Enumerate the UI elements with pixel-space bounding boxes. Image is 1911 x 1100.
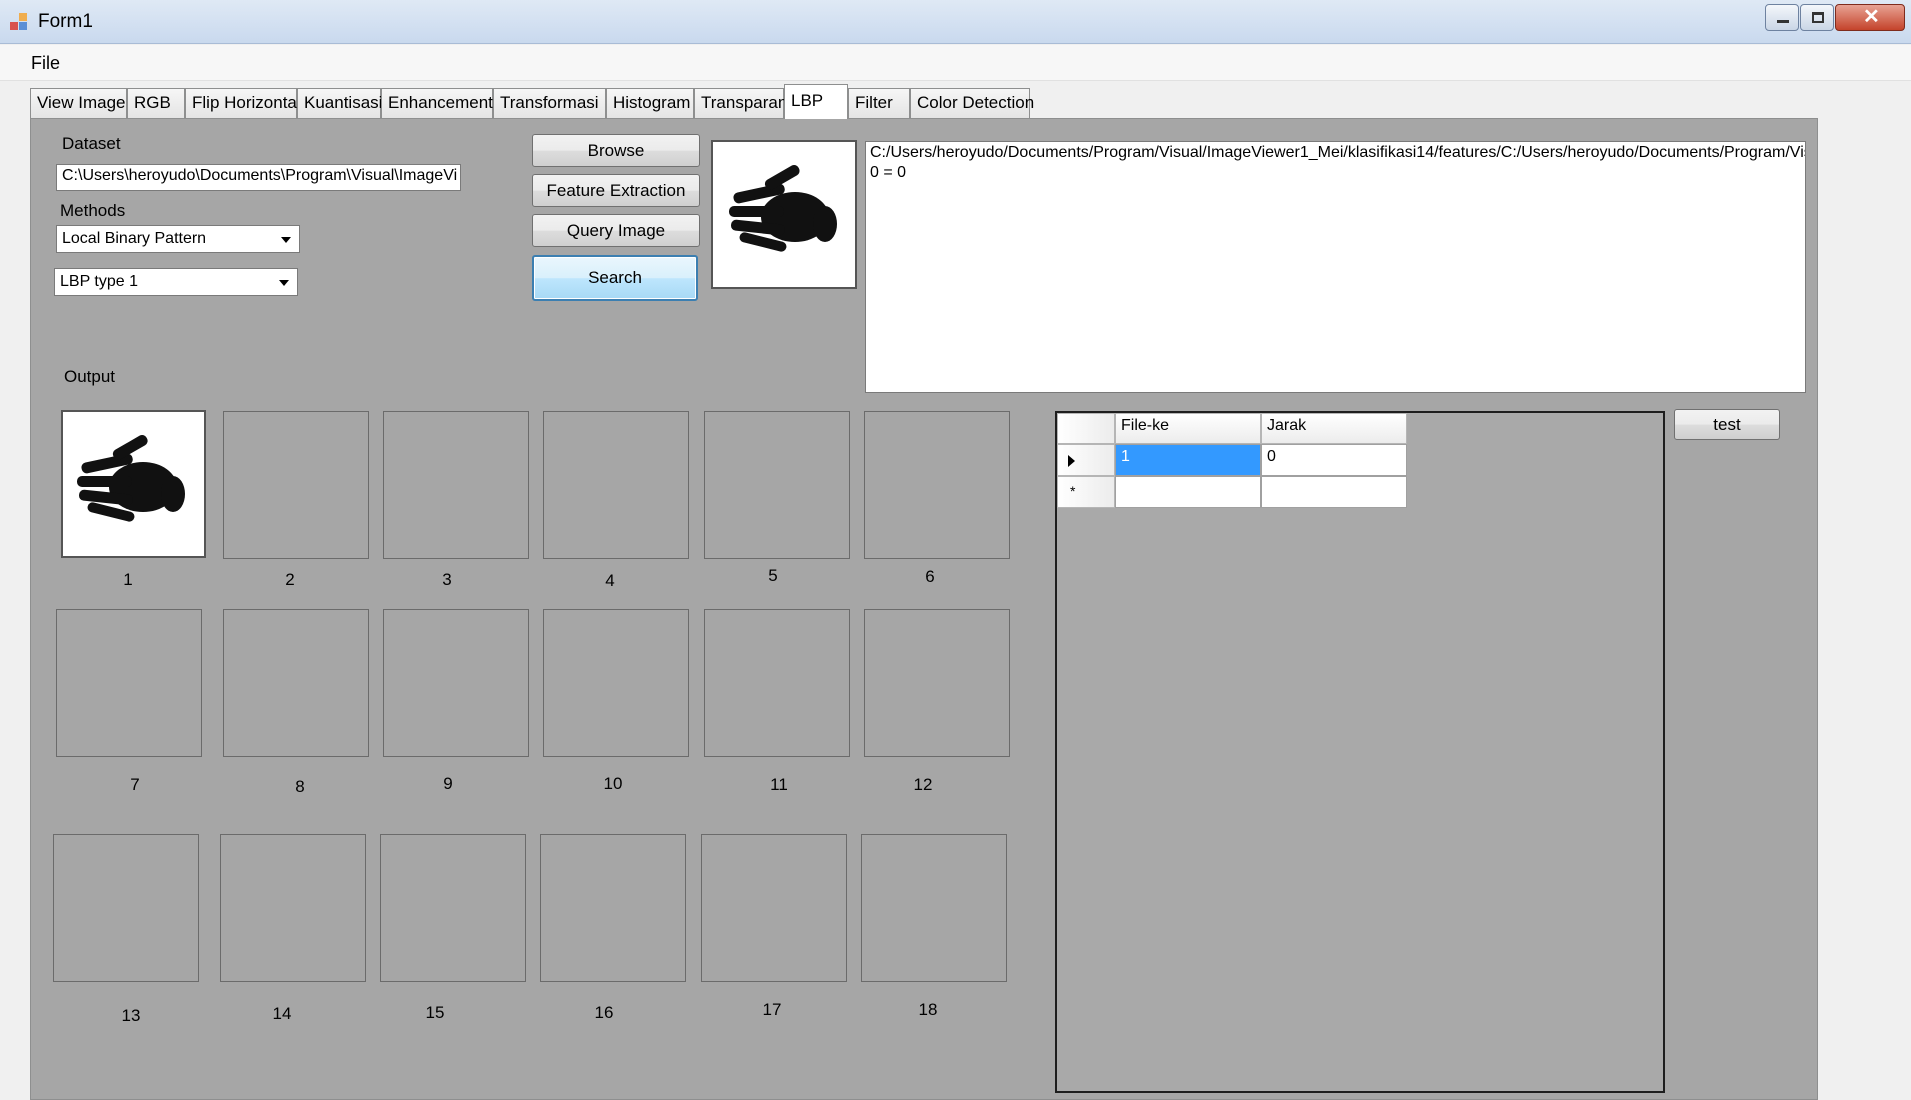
result-picture-17	[701, 834, 847, 982]
result-picture-1	[61, 410, 206, 558]
chevron-down-icon	[281, 237, 291, 243]
method-select-value: Local Binary Pattern	[62, 230, 207, 247]
result-number-17: 17	[762, 1000, 782, 1019]
maximize-button[interactable]	[1800, 4, 1834, 31]
output-textarea[interactable]: C:/Users/heroyudo/Documents/Program/Visu…	[865, 141, 1806, 393]
grid-cell-file-ke[interactable]: 1	[1115, 444, 1261, 476]
grid-corner-header	[1057, 413, 1115, 444]
result-number-14: 14	[272, 1004, 292, 1023]
new-row-header[interactable]: *	[1057, 476, 1115, 508]
output-label: Output	[64, 367, 116, 386]
grid-new-cell-file-ke[interactable]	[1115, 476, 1261, 508]
tab-view-image[interactable]: View Image	[30, 88, 127, 118]
feature-extraction-button[interactable]: Feature Extraction	[532, 174, 700, 207]
result-picture-9	[383, 609, 529, 757]
chevron-down-icon	[279, 280, 289, 286]
result-picture-16	[540, 834, 686, 982]
menu-bar: File	[0, 45, 1911, 81]
close-icon: ✕	[1863, 6, 1880, 28]
result-number-3: 3	[442, 570, 452, 589]
result-number-7: 7	[130, 775, 140, 794]
tab-transparan[interactable]: Transparan	[694, 88, 787, 118]
row-header[interactable]	[1057, 444, 1115, 476]
close-button[interactable]: ✕	[1835, 4, 1905, 31]
query-image-preview	[711, 140, 857, 289]
result-picture-11	[704, 609, 850, 757]
result-picture-8	[223, 609, 369, 757]
title-bar: Form1 ✕	[0, 0, 1911, 44]
result-number-15: 15	[425, 1003, 445, 1022]
tab-lbp[interactable]: LBP	[784, 84, 848, 119]
grid-cell-jarak[interactable]: 0	[1261, 444, 1407, 476]
test-button[interactable]: test	[1674, 409, 1780, 440]
result-picture-4	[543, 411, 689, 559]
result-number-4: 4	[605, 571, 615, 590]
methods-label: Methods	[60, 201, 126, 220]
result-number-5: 5	[768, 566, 778, 585]
tab-rgb[interactable]: RGB	[127, 88, 185, 118]
result-picture-3	[383, 411, 529, 559]
dataset-path-input[interactable]: C:\Users\heroyudo\Documents\Program\Visu…	[56, 164, 461, 191]
dataset-label: Dataset	[62, 134, 121, 153]
result-number-16: 16	[594, 1003, 614, 1022]
method-select[interactable]: Local Binary Pattern	[56, 225, 300, 253]
results-grid[interactable]: File-ke Jarak 1 0 *	[1055, 411, 1665, 1093]
result-picture-15	[380, 834, 526, 982]
minimize-icon	[1777, 20, 1789, 23]
minimize-button[interactable]	[1765, 4, 1799, 31]
result-number-1: 1	[123, 570, 133, 589]
query-image-button[interactable]: Query Image	[532, 214, 700, 247]
search-button[interactable]: Search	[532, 255, 698, 301]
result-picture-18	[861, 834, 1007, 982]
result-picture-7	[56, 609, 202, 757]
app-icon	[10, 13, 28, 31]
result-number-8: 8	[295, 777, 305, 796]
hand-image	[77, 435, 185, 522]
output-line-1: C:/Users/heroyudo/Documents/Program/Visu…	[870, 144, 1806, 161]
result-number-11: 11	[770, 775, 788, 794]
result-picture-5	[704, 411, 850, 559]
tab-flip-horizontal[interactable]: Flip Horizontal	[185, 88, 301, 118]
result-picture-2	[223, 411, 369, 559]
tab-filter[interactable]: Filter	[848, 88, 910, 118]
lbp-tab-page: Dataset C:\Users\heroyudo\Documents\Prog…	[30, 118, 1818, 1100]
tab-color-detection[interactable]: Color Detection	[910, 88, 1034, 118]
result-picture-6	[864, 411, 1010, 559]
result-picture-14	[220, 834, 366, 982]
result-number-10: 10	[603, 774, 623, 793]
result-number-13: 13	[121, 1006, 141, 1025]
tab-enhancement[interactable]: Enhancement	[381, 88, 493, 118]
maximize-icon	[1812, 12, 1824, 23]
result-picture-13	[53, 834, 199, 982]
result-number-2: 2	[285, 570, 295, 589]
result-number-18: 18	[918, 1000, 938, 1019]
lbp-type-select[interactable]: LBP type 1	[54, 268, 298, 296]
hand-image	[729, 165, 837, 252]
current-row-icon	[1068, 455, 1075, 467]
tab-transformasi[interactable]: Transformasi	[493, 88, 606, 118]
result-picture-12	[864, 609, 1010, 757]
browse-button[interactable]: Browse	[532, 134, 700, 167]
lbp-type-select-value: LBP type 1	[60, 273, 138, 290]
menu-file[interactable]: File	[31, 53, 60, 74]
result-picture-10	[543, 609, 689, 757]
result-number-6: 6	[925, 567, 935, 586]
column-header-file-ke[interactable]: File-ke	[1115, 413, 1261, 444]
result-number-12: 12	[913, 775, 933, 794]
grid-new-cell-jarak[interactable]	[1261, 476, 1407, 508]
result-number-9: 9	[443, 774, 453, 793]
tab-kuantisasi[interactable]: Kuantisasi	[297, 88, 382, 118]
tab-histogram[interactable]: Histogram	[606, 88, 694, 118]
column-header-jarak[interactable]: Jarak	[1261, 413, 1407, 444]
window-title: Form1	[38, 11, 93, 32]
output-line-2: 0 = 0	[870, 164, 907, 181]
